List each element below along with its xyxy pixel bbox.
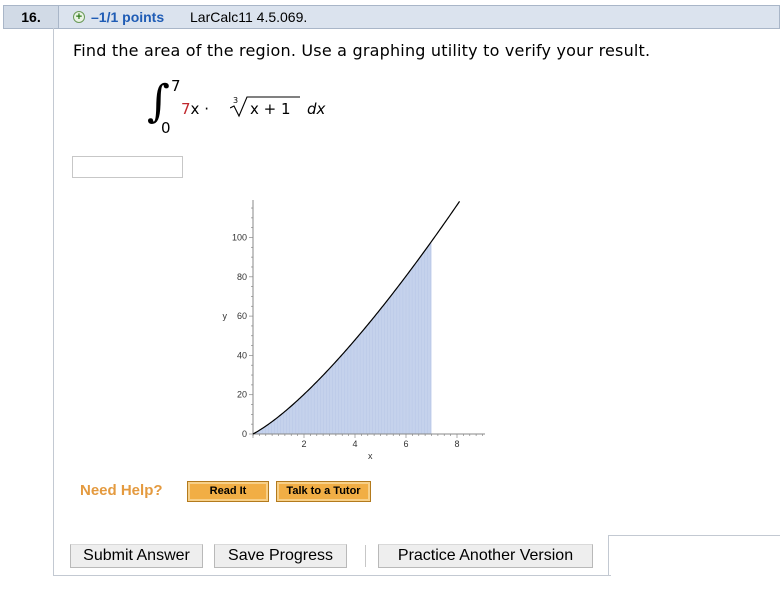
- shaded-region: [253, 241, 432, 434]
- need-help-label: Need Help?: [80, 482, 163, 499]
- y-tick-label: 80: [237, 272, 247, 282]
- x-tick-label: 8: [454, 439, 459, 449]
- read-it-button[interactable]: Read It: [187, 481, 269, 502]
- x-tick-label: 2: [301, 439, 306, 449]
- x-tick-label: 4: [352, 439, 357, 449]
- y-tick-label: 40: [237, 350, 247, 360]
- area-chart: 0 20 40 60 80 100 2 4 6 8 y x: [223, 200, 485, 461]
- y-axis-label: y: [223, 311, 228, 321]
- x-axis-label: x: [368, 451, 373, 461]
- button-separator: [365, 545, 366, 567]
- submit-answer-button[interactable]: Submit Answer: [70, 544, 203, 568]
- y-tick-label: 0: [242, 429, 247, 439]
- talk-to-tutor-button[interactable]: Talk to a Tutor: [276, 481, 371, 502]
- y-tick-label: 60: [237, 311, 247, 321]
- y-tick-label: 100: [232, 233, 247, 243]
- practice-another-version-button[interactable]: Practice Another Version: [378, 544, 593, 568]
- x-tick-label: 6: [403, 439, 408, 449]
- save-progress-button[interactable]: Save Progress: [214, 544, 347, 568]
- y-tick-label: 20: [237, 390, 247, 400]
